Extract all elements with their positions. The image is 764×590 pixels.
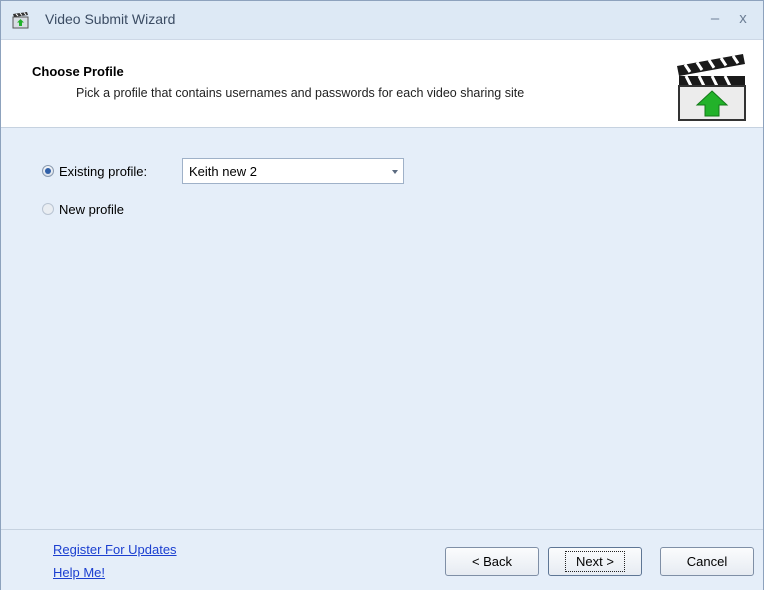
window-title: Video Submit Wizard (45, 11, 176, 27)
help-link[interactable]: Help Me! (53, 565, 105, 580)
page-title: Choose Profile (32, 64, 124, 79)
register-for-updates-link[interactable]: Register For Updates (53, 542, 177, 557)
back-button-label: < Back (471, 554, 513, 569)
existing-profile-label: Existing profile: (59, 163, 148, 179)
back-button[interactable]: < Back (445, 547, 539, 576)
chevron-down-icon[interactable] (392, 170, 398, 174)
page-subtitle: Pick a profile that contains usernames a… (76, 86, 525, 100)
existing-profile-radio[interactable] (42, 165, 54, 177)
wizard-footer: Register For Updates Help Me! < Back Nex… (1, 529, 763, 590)
new-profile-radio[interactable] (42, 203, 54, 215)
new-profile-option[interactable]: New profile (42, 200, 124, 218)
clapperboard-upload-icon (677, 54, 746, 121)
clapperboard-app-icon (12, 12, 29, 29)
close-button[interactable]: x (733, 9, 753, 29)
next-button-label: Next > (565, 551, 625, 572)
next-button[interactable]: Next > (548, 547, 642, 576)
profile-select[interactable]: Keith new 2 (182, 158, 404, 184)
profile-content: Existing profile: Keith new 2 New profil… (1, 128, 763, 528)
minimize-button[interactable]: – (705, 9, 725, 29)
wizard-header: Choose Profile Pick a profile that conta… (1, 40, 763, 128)
title-bar[interactable]: Video Submit Wizard – x (1, 1, 763, 40)
wizard-window: Video Submit Wizard – x Choose Profile P… (0, 0, 764, 590)
cancel-button[interactable]: Cancel (660, 547, 754, 576)
profile-select-value: Keith new 2 (189, 164, 257, 179)
existing-profile-option[interactable]: Existing profile: (42, 162, 147, 180)
new-profile-label: New profile (59, 201, 125, 217)
cancel-button-label: Cancel (686, 554, 728, 569)
